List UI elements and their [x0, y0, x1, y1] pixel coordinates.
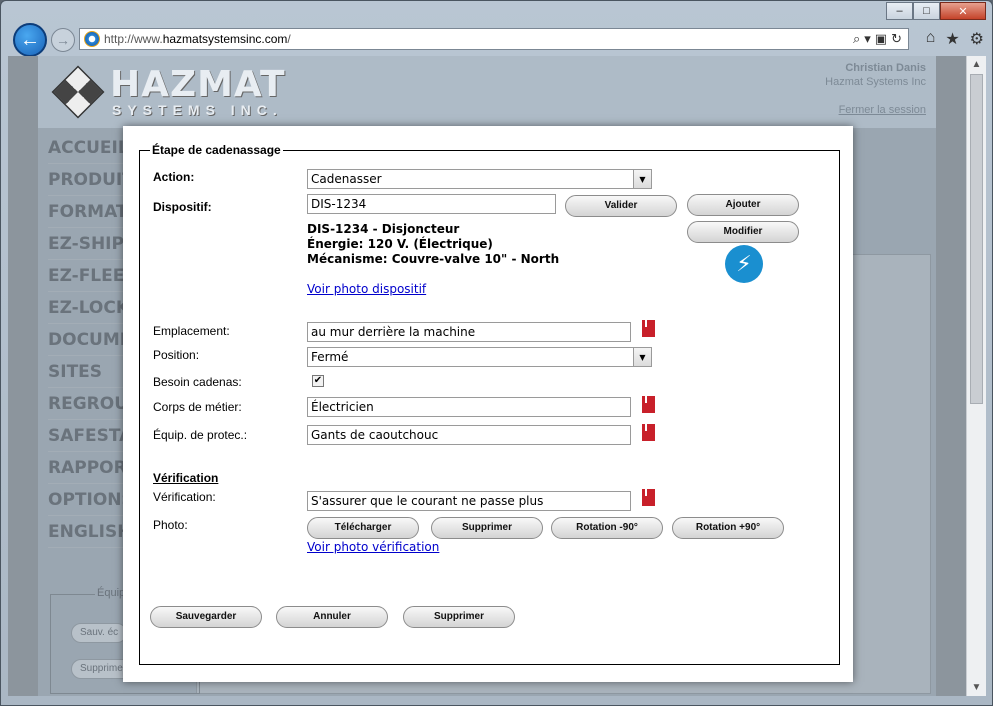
compat-icon[interactable]: ▣ [875, 31, 887, 47]
address-bar-icons: ⌕ ▾ ▣ ↻ [853, 31, 902, 47]
lockout-step-modal: Étape de cadenassage Action: Cadenasser … [123, 126, 853, 682]
device-info-energy: Énergie: 120 V. (Électrique) [307, 237, 493, 251]
minimize-icon[interactable]: – [886, 2, 913, 20]
browser-toolbar: ⌂ ★ ⚙ [926, 29, 984, 49]
device-input[interactable]: DIS-1234 [307, 194, 556, 214]
device-photo-link[interactable]: Voir photo dispositif [307, 282, 426, 296]
url-text[interactable]: http://www.hazmatsystemsinc.com/ [104, 32, 291, 46]
logout-link[interactable]: Fermer la session [839, 104, 926, 116]
bookmark-icon[interactable] [642, 489, 655, 506]
lightning-icon: ⚡ [725, 245, 763, 283]
home-icon[interactable]: ⌂ [926, 29, 936, 49]
verification-label: Vérification: [153, 490, 216, 504]
fieldset-legend: Étape de cadenassage [150, 143, 283, 157]
logo-subtitle: SYSTEMS INC. [112, 102, 283, 118]
address-bar[interactable]: http://www.hazmatsystemsinc.com/ ⌕ ▾ ▣ ↻ [79, 28, 909, 50]
device-info-name: DIS-1234 - Disjoncteur [307, 222, 460, 236]
verification-photo-link[interactable]: Voir photo vérification [307, 540, 439, 554]
close-icon[interactable]: ✕ [940, 2, 986, 20]
scroll-down-icon[interactable]: ▼ [967, 679, 986, 696]
scrollbar[interactable]: ▲ ▼ [966, 56, 986, 696]
scroll-up-icon[interactable]: ▲ [967, 56, 986, 73]
save-button[interactable]: Sauvegarder [150, 606, 262, 628]
delete-button[interactable]: Supprimer [403, 606, 515, 628]
ppe-label: Équip. de protec.: [153, 428, 248, 442]
cancel-button[interactable]: Annuler [276, 606, 388, 628]
position-select[interactable]: Fermé ▼ [307, 347, 652, 367]
bookmark-icon[interactable] [642, 396, 655, 413]
lockout-step-fieldset: Étape de cadenassage Action: Cadenasser … [139, 143, 840, 665]
search-icon[interactable]: ⌕ [853, 31, 860, 47]
chevron-down-icon[interactable]: ▼ [633, 348, 651, 366]
user-name: Christian Danis [845, 62, 926, 74]
user-company: Hazmat Systems Inc [825, 76, 926, 88]
star-icon[interactable]: ★ [945, 29, 959, 49]
padlock-checkbox[interactable]: ✔ [312, 375, 324, 387]
device-label: Dispositif: [153, 200, 212, 214]
bookmark-icon[interactable] [642, 320, 655, 337]
location-input[interactable]: au mur derrière la machine [307, 322, 631, 342]
action-select[interactable]: Cadenasser ▼ [307, 169, 652, 189]
scroll-thumb[interactable] [970, 74, 983, 404]
photo-label: Photo: [153, 518, 188, 532]
trade-label: Corps de métier: [153, 400, 242, 414]
add-button[interactable]: Ajouter [687, 194, 799, 216]
logo-text: HAZMAT [110, 64, 286, 105]
back-icon[interactable]: ← [13, 23, 47, 57]
delete-photo-button[interactable]: Supprimer [431, 517, 543, 539]
window-controls: – □ ✕ [886, 2, 986, 20]
action-label: Action: [153, 170, 195, 184]
verification-heading: Vérification [153, 471, 219, 485]
chevron-down-icon[interactable]: ▼ [633, 170, 651, 188]
action-select-value: Cadenasser [311, 172, 382, 186]
maximize-icon[interactable]: □ [913, 2, 940, 20]
rotate-left-button[interactable]: Rotation -90° [551, 517, 663, 539]
dropdown-icon[interactable]: ▾ [864, 31, 871, 47]
verification-input[interactable]: S'assurer que le courant ne passe plus [307, 491, 631, 511]
trade-input[interactable]: Électricien [307, 397, 631, 417]
modify-button[interactable]: Modifier [687, 221, 799, 243]
ie-icon [84, 31, 100, 47]
forward-icon[interactable]: → [51, 28, 75, 52]
validate-button[interactable]: Valider [565, 195, 677, 217]
rotate-right-button[interactable]: Rotation +90° [672, 517, 784, 539]
location-label: Emplacement: [153, 324, 230, 338]
bg-save-button: Sauv. éc [71, 623, 128, 643]
site-header: HAZMAT SYSTEMS INC. Christian Danis Hazm… [38, 56, 936, 128]
refresh-icon[interactable]: ↻ [891, 31, 902, 47]
ppe-input[interactable]: Gants de caoutchouc [307, 425, 631, 445]
upload-button[interactable]: Télécharger [307, 517, 419, 539]
gear-icon[interactable]: ⚙ [970, 29, 984, 49]
bookmark-icon[interactable] [642, 424, 655, 441]
position-label: Position: [153, 348, 200, 362]
logo-icon [51, 65, 105, 119]
padlock-label: Besoin cadenas: [153, 375, 242, 389]
device-info-mechanism: Mécanisme: Couvre-valve 10" - North [307, 252, 560, 266]
position-select-value: Fermé [311, 350, 349, 364]
